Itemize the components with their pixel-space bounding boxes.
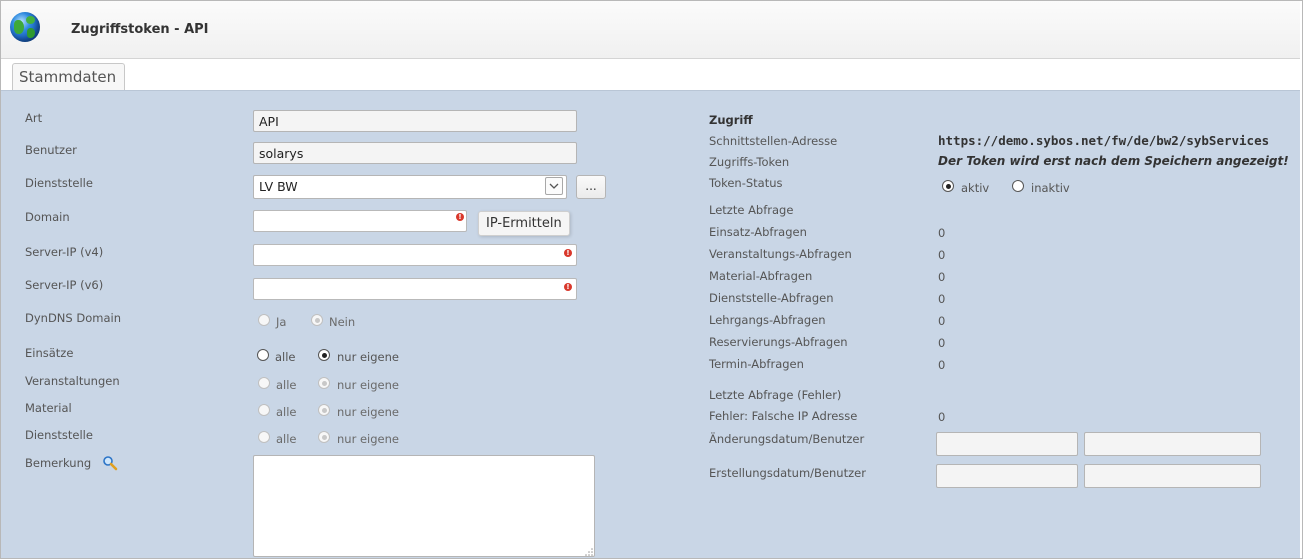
aenderung-label: Änderungsdatum/Benutzer — [709, 432, 865, 446]
veranstaltungen-label: Veranstaltungen — [25, 374, 120, 388]
status-aktiv-radio[interactable] — [942, 180, 954, 192]
dienststelle-alle-label: alle — [276, 432, 297, 446]
zugriff-heading: Zugriff — [709, 113, 753, 127]
magnifier-icon[interactable] — [102, 455, 118, 471]
dyndns-ja-radio[interactable] — [258, 314, 270, 326]
window-title: Zugriffstoken - API — [71, 22, 209, 37]
dienststelle-select[interactable]: LV BW — [253, 175, 567, 199]
server-ip-v6-field[interactable] — [253, 278, 577, 300]
tab-stammdaten[interactable]: Stammdaten — [12, 63, 125, 90]
title-bar: Zugriffstoken - API — [1, 1, 1300, 59]
veranstaltungen-alle-label: alle — [276, 378, 297, 392]
stat-value: 0 — [938, 270, 946, 284]
status-inaktiv-radio[interactable] — [1012, 180, 1024, 192]
dienststelle-label: Dienststelle — [25, 176, 93, 190]
benutzer-field[interactable]: solarys — [253, 142, 577, 164]
dienststelle-alle-radio[interactable] — [258, 431, 270, 443]
status-aktiv-label: aktiv — [961, 181, 990, 195]
status-inaktiv-label: inaktiv — [1031, 181, 1070, 195]
veranstaltungen-alle-radio[interactable] — [258, 377, 270, 389]
art-label: Art — [25, 111, 43, 125]
dyndns-nein-label: Nein — [329, 315, 356, 329]
einsaetze-eigene-radio[interactable] — [318, 349, 330, 361]
schnittstelle-label: Schnittstellen-Adresse — [709, 134, 838, 148]
stat-label: Einsatz-Abfragen — [709, 225, 807, 239]
bemerkung-textarea[interactable] — [253, 455, 595, 557]
required-icon: ! — [564, 283, 572, 291]
domain-label: Domain — [25, 210, 70, 224]
fehler-ip-label: Fehler: Falsche IP Adresse — [709, 409, 858, 423]
dienststelle-eigene-label: nur eigene — [337, 432, 399, 446]
required-icon: ! — [564, 249, 572, 257]
stat-value: 0 — [938, 248, 946, 262]
token-status-label: Token-Status — [709, 176, 783, 190]
art-field[interactable]: API — [253, 110, 577, 132]
domain-field[interactable] — [253, 210, 467, 232]
stat-label: Termin-Abfragen — [709, 357, 804, 371]
chevron-down-icon[interactable] — [545, 177, 563, 195]
letzte-fehler-label: Letzte Abfrage (Fehler) — [709, 388, 842, 402]
erstellung-user-field[interactable] — [1084, 464, 1261, 488]
bemerkung-label: Bemerkung — [25, 456, 92, 470]
einsaetze-eigene-label: nur eigene — [337, 350, 399, 364]
globe-icon — [10, 12, 40, 42]
resize-grip-icon[interactable] — [585, 548, 593, 556]
erstellung-date-field[interactable] — [936, 464, 1078, 488]
token-note: Der Token wird erst nach dem Speichern a… — [938, 154, 1289, 168]
benutzer-label: Benutzer — [25, 143, 77, 157]
material-eigene-radio[interactable] — [318, 404, 330, 416]
dienststelle-select-value: LV BW — [259, 179, 298, 194]
material-label: Material — [25, 401, 72, 415]
fehler-ip-value: 0 — [938, 410, 946, 424]
einsaetze-label: Einsätze — [25, 346, 74, 360]
stat-label: Reservierungs-Abfragen — [709, 335, 848, 349]
dienststelle-eigene-radio[interactable] — [318, 431, 330, 443]
dyndns-label: DynDNS Domain — [25, 311, 121, 325]
letzte-abfrage-label: Letzte Abfrage — [709, 203, 794, 217]
dyndns-nein-radio[interactable] — [311, 314, 323, 326]
veranstaltungen-eigene-radio[interactable] — [318, 377, 330, 389]
veranstaltungen-eigene-label: nur eigene — [337, 378, 399, 392]
schnittstelle-value: https://demo.sybos.net/fw/de/bw2/sybServ… — [938, 133, 1270, 148]
token-label: Zugriffs-Token — [709, 155, 790, 169]
aenderung-user-field[interactable] — [1084, 432, 1261, 456]
stat-label: Veranstaltungs-Abfragen — [709, 247, 852, 261]
aenderung-date-field[interactable] — [936, 432, 1078, 456]
erstellung-label: Erstellungsdatum/Benutzer — [709, 466, 866, 480]
dienststelle-ellipsis-button[interactable]: ... — [576, 175, 606, 199]
material-eigene-label: nur eigene — [337, 405, 399, 419]
stat-value: 0 — [938, 226, 946, 240]
stat-value: 0 — [938, 314, 946, 328]
stat-label: Lehrgangs-Abfragen — [709, 313, 826, 327]
dyndns-ja-label: Ja — [276, 315, 287, 329]
ip-ermitteln-tooltip[interactable]: IP-Ermitteln — [478, 211, 570, 236]
stat-label: Material-Abfragen — [709, 269, 813, 283]
stat-label: Dienststelle-Abfragen — [709, 291, 834, 305]
stat-value: 0 — [938, 358, 946, 372]
server-ip-v4-field[interactable] — [253, 244, 577, 266]
server-ip-v6-label: Server-IP (v6) — [25, 278, 104, 292]
einsaetze-alle-radio[interactable] — [257, 349, 269, 361]
material-alle-label: alle — [276, 405, 297, 419]
required-icon: ! — [456, 213, 464, 221]
dienststelle-access-label: Dienststelle — [25, 428, 93, 442]
stat-value: 0 — [938, 292, 946, 306]
material-alle-radio[interactable] — [258, 404, 270, 416]
einsaetze-alle-label: alle — [275, 350, 296, 364]
stat-value: 0 — [938, 336, 946, 350]
server-ip-v4-label: Server-IP (v4) — [25, 245, 104, 259]
